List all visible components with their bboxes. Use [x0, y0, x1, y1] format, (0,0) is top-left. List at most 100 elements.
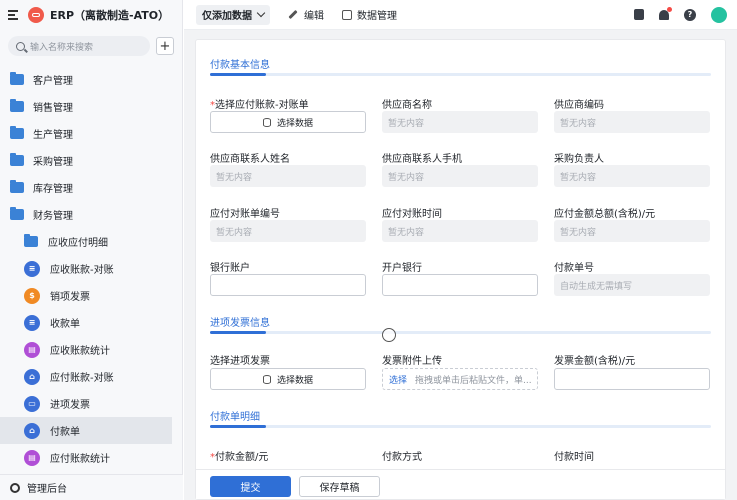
view-filter-dropdown[interactable]: 仅添加数据 [196, 5, 270, 25]
panel-icon[interactable] [634, 9, 644, 20]
topbar: 仅添加数据 编辑 数据管理 ? [184, 0, 737, 30]
admin-console-label: 管理后台 [27, 480, 67, 495]
edit-button[interactable]: 编辑 [288, 7, 324, 22]
sidebar-item-label: 付款单 [50, 423, 80, 438]
supplier-phone-field: 暂无内容 [382, 165, 538, 187]
edit-label: 编辑 [304, 7, 324, 22]
sidebar: ERP（离散制造-ATO） 输入名称来搜索 + 客户管理 销售管理 生产管理 采… [0, 0, 183, 500]
sidebar-subitem-ap-reconcile[interactable]: ⌂ 应付账款-对账 [0, 363, 182, 390]
label-select-payable: *选择应付账款-对账单 [210, 96, 309, 111]
label-purchase-owner: 采购负责人 [554, 150, 604, 165]
cursor-indicator [382, 328, 396, 342]
label-supplier-contact: 供应商联系人姓名 [210, 150, 290, 165]
invoice-upload-dropzone[interactable]: 选择拖拽或单击后粘贴文件，单... [382, 368, 538, 390]
sidebar-subitem-ar-stats[interactable]: ▤应收账款统计 [0, 336, 182, 363]
data-manage-label: 数据管理 [357, 7, 397, 22]
label-payment-time: 付款时间 [554, 448, 594, 463]
label-payment-no: 付款单号 [554, 259, 594, 274]
label-payable-time: 应付对账时间 [382, 205, 442, 220]
search-input[interactable]: 输入名称来搜索 [8, 36, 150, 56]
sidebar-item-label: 应收账款-对账 [50, 261, 114, 276]
save-draft-button[interactable]: 保存草稿 [299, 476, 380, 497]
avatar[interactable] [711, 7, 727, 23]
sidebar-subitem-payment[interactable]: ⌂ 付款单 [0, 417, 172, 444]
label-bank-account: 银行账户 [210, 259, 250, 274]
app-title: ERP（离散制造-ATO） [50, 7, 169, 23]
help-icon[interactable]: ? [684, 9, 696, 21]
admin-console-link[interactable]: 管理后台 [0, 474, 183, 500]
upload-select-link[interactable]: 选择 [389, 373, 407, 386]
home-icon: ⌂ [24, 369, 40, 385]
sidebar-item-customer[interactable]: 客户管理 [0, 66, 182, 93]
bank-account-input[interactable] [210, 274, 366, 296]
submit-button[interactable]: 提交 [210, 476, 291, 497]
sidebar-subitem-sales-invoice[interactable]: $销项发票 [0, 282, 182, 309]
select-invoice-button[interactable]: 选择数据 [210, 368, 366, 390]
sidebar-subitem-ap-stats[interactable]: ▤ 应付账款统计 [0, 444, 182, 471]
data-manage-button[interactable]: 数据管理 [342, 7, 397, 22]
doc-icon: ≡ [24, 261, 40, 277]
section-divider [210, 331, 711, 334]
sidebar-subitem-purchase-invoice[interactable]: ▭进项发票 [0, 390, 182, 417]
chevron-down-icon [257, 9, 265, 17]
section-title: 进项发票信息 [210, 314, 270, 329]
main-content: 付款基本信息 *选择应付账款-对账单 供应商名称 供应商编码 选择数据 暂无内容… [184, 30, 737, 500]
label-invoice-amount: 发票金额(含税)/元 [554, 352, 635, 367]
bell-icon[interactable] [659, 10, 669, 20]
chart-icon: ▤ [24, 342, 40, 358]
pencil-icon [288, 10, 297, 19]
label-payment-method: 付款方式 [382, 448, 422, 463]
label-bank: 开户银行 [382, 259, 422, 274]
label-supplier-code: 供应商编码 [554, 96, 604, 111]
payable-no-field: 暂无内容 [210, 220, 366, 242]
folder-icon [10, 128, 24, 139]
app-logo-icon [28, 7, 44, 23]
search-icon [16, 42, 25, 51]
folder-icon [10, 101, 24, 112]
sidebar-item-purchase[interactable]: 采购管理 [0, 147, 182, 174]
chart-icon: ▤ [24, 450, 40, 466]
purchase-owner-field: 暂无内容 [554, 165, 710, 187]
sidebar-item-label: 应收应付明细 [48, 234, 108, 249]
form-footer: 提交 保存草稿 [196, 469, 725, 499]
upload-hint: 拖拽或单击后粘贴文件，单... [415, 373, 532, 386]
table-icon [342, 10, 352, 20]
sidebar-item-label: 应付账款-对账 [50, 369, 114, 384]
folder-icon [10, 182, 24, 193]
folder-icon [10, 209, 24, 220]
home-icon: ⌂ [24, 423, 40, 439]
label-supplier-name: 供应商名称 [382, 96, 432, 111]
invoice-amount-input[interactable] [554, 368, 710, 390]
sidebar-item-production[interactable]: 生产管理 [0, 120, 182, 147]
form-card: 付款基本信息 *选择应付账款-对账单 供应商名称 供应商编码 选择数据 暂无内容… [195, 39, 726, 500]
add-button[interactable]: + [156, 37, 174, 55]
section-title: 付款单明细 [210, 408, 260, 423]
sidebar-item-label: 库存管理 [33, 180, 73, 195]
invoice-icon: $ [24, 288, 40, 304]
sidebar-item-label: 客户管理 [33, 72, 73, 87]
menu-icon[interactable] [8, 10, 20, 20]
sidebar-item-label: 销售管理 [33, 99, 73, 114]
app-header: ERP（离散制造-ATO） [0, 0, 182, 30]
section-title: 付款基本信息 [210, 56, 270, 71]
sidebar-subitem-ar-reconcile[interactable]: ≡ 应收账款-对账 [0, 255, 182, 282]
sidebar-subitem-receipt[interactable]: ≡收款单 [0, 309, 182, 336]
view-filter-label: 仅添加数据 [202, 7, 252, 22]
payment-no-field: 自动生成无需填写 [554, 274, 710, 296]
sidebar-item-label: 进项发票 [50, 396, 90, 411]
sidebar-item-finance[interactable]: 财务管理 [0, 201, 182, 228]
section-divider [210, 425, 711, 428]
bank-input[interactable] [382, 274, 538, 296]
select-payable-button[interactable]: 选择数据 [210, 111, 366, 133]
sidebar-subitem-ar-ap-detail[interactable]: 应收应付明细 [0, 228, 182, 255]
sidebar-item-sales[interactable]: 销售管理 [0, 93, 182, 120]
supplier-code-field: 暂无内容 [554, 111, 710, 133]
sidebar-item-inventory[interactable]: 库存管理 [0, 174, 182, 201]
supplier-contact-field: 暂无内容 [210, 165, 366, 187]
folder-icon [24, 236, 38, 247]
sidebar-item-label: 财务管理 [33, 207, 73, 222]
sidebar-item-label: 采购管理 [33, 153, 73, 168]
sidebar-item-label: 应付账款统计 [50, 450, 110, 465]
sidebar-nav: 客户管理 销售管理 生产管理 采购管理 库存管理 财务管理 应收应付明细 ≡ 应收… [0, 66, 182, 471]
payable-total-field: 暂无内容 [554, 220, 710, 242]
